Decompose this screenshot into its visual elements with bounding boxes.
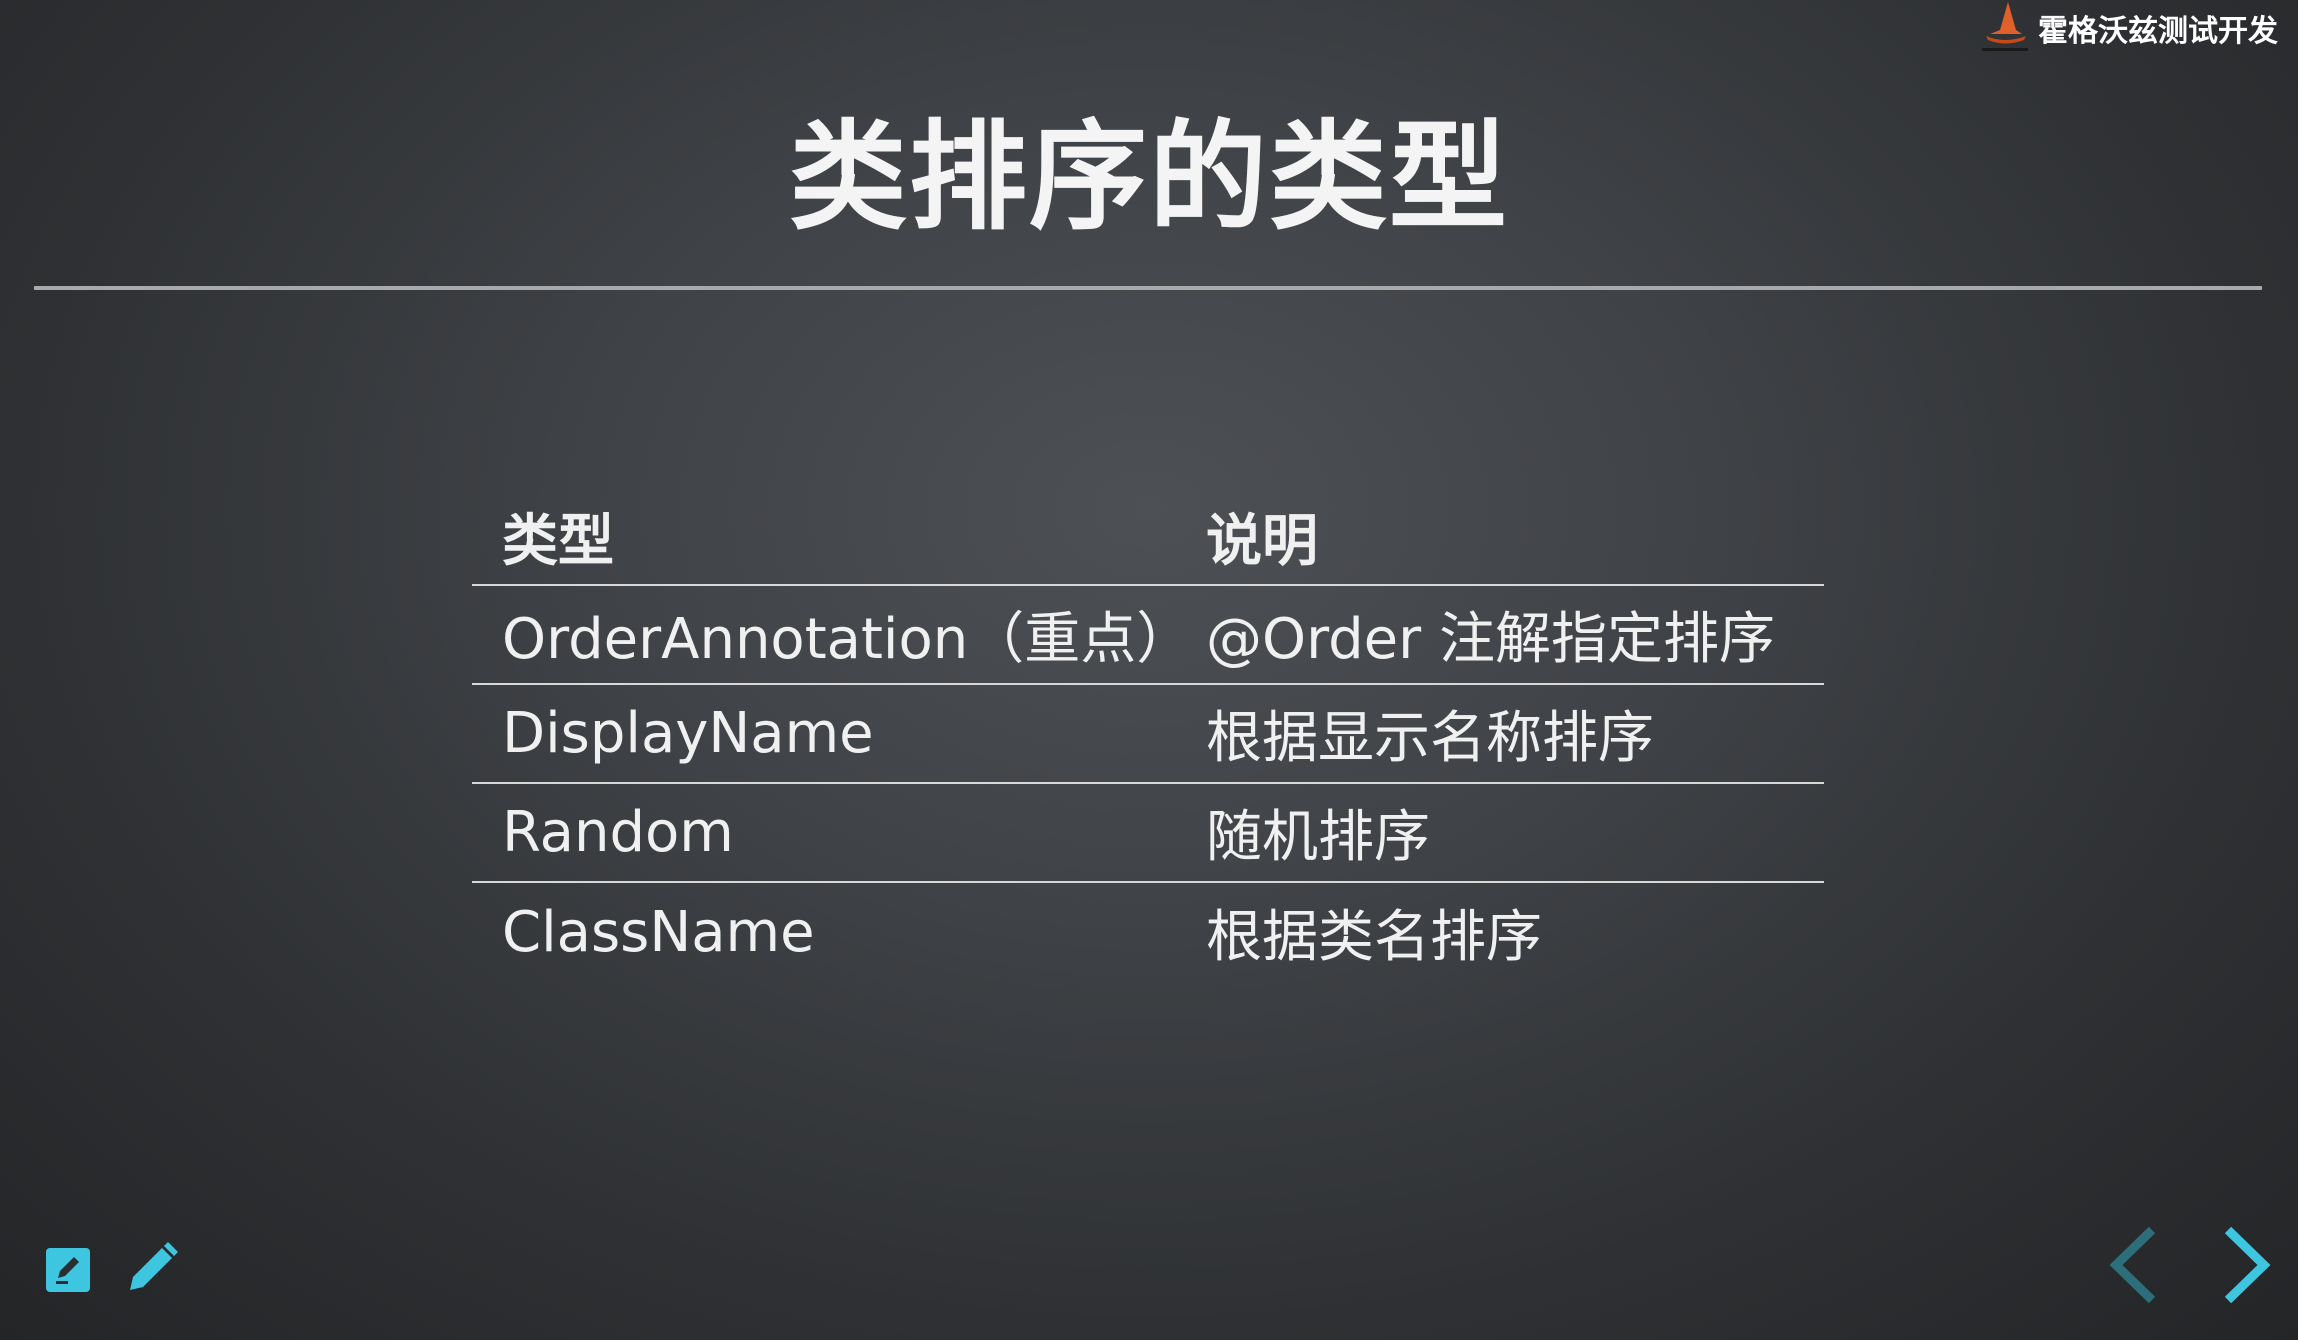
- pencil-icon: [130, 1242, 178, 1290]
- title-divider: [34, 286, 2262, 290]
- brand-name: 霍格沃兹测试开发: [2038, 14, 2278, 49]
- description-cell: 随机排序: [1206, 805, 1430, 870]
- type-cell: Random: [502, 800, 734, 865]
- edit-note-icon: [46, 1248, 90, 1292]
- table-header-row: 类型 说明: [472, 488, 1824, 586]
- table-row: Random 随机排序: [472, 784, 1824, 883]
- table-row: OrderAnnotation（重点） @Order 注解指定排序: [472, 586, 1824, 685]
- type-cell: DisplayName: [502, 701, 874, 766]
- type-cell: OrderAnnotation（重点）: [502, 607, 1193, 672]
- column-header-description: 说明: [1206, 508, 1318, 574]
- table-row: ClassName 根据类名排序: [472, 883, 1824, 982]
- slide-title: 类排序的类型: [788, 108, 1509, 246]
- types-table: 类型 说明 OrderAnnotation（重点） @Order 注解指定排序 …: [472, 488, 1824, 982]
- table-row: DisplayName 根据显示名称排序: [472, 685, 1824, 784]
- chevron-left-icon: [2109, 1226, 2156, 1304]
- wizard-hat-icon: [1978, 0, 2032, 56]
- chevron-right-icon: [2224, 1226, 2271, 1304]
- edit-note-button[interactable]: [38, 1238, 98, 1298]
- description-cell: @Order 注解指定排序: [1206, 607, 1775, 672]
- next-slide-button[interactable]: [2204, 1222, 2284, 1308]
- description-cell: 根据显示名称排序: [1206, 706, 1654, 771]
- prev-slide-button[interactable]: [2096, 1222, 2176, 1308]
- pencil-button[interactable]: [122, 1238, 182, 1298]
- description-cell: 根据类名排序: [1206, 905, 1542, 970]
- column-header-type: 类型: [502, 508, 614, 574]
- brand: 霍格沃兹测试开发: [1978, 0, 2278, 56]
- type-cell: ClassName: [502, 900, 815, 965]
